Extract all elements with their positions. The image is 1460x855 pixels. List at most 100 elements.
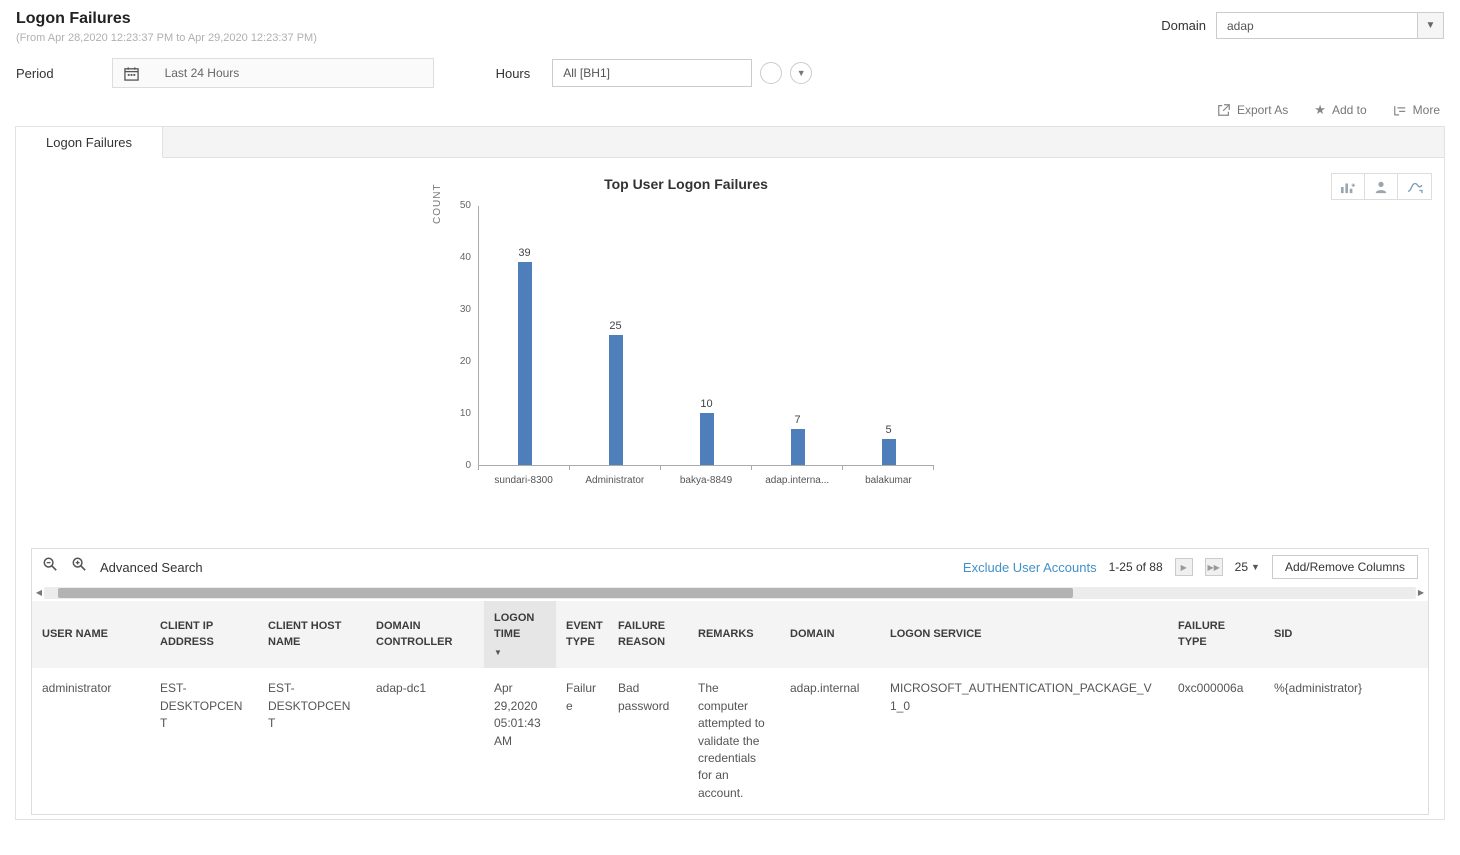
add-remove-columns-button[interactable]: Add/Remove Columns <box>1272 555 1418 579</box>
y-tick-label: 20 <box>460 356 471 367</box>
bar[interactable] <box>882 439 896 465</box>
add-to-button[interactable]: ★ Add to <box>1314 102 1366 118</box>
column-header-domain[interactable]: DOMAIN <box>780 601 880 668</box>
domain-value: adap <box>1217 19 1254 33</box>
chevron-down-icon: ▼ <box>1251 562 1260 572</box>
y-tick-label: 30 <box>460 304 471 315</box>
top-header: Logon Failures (From Apr 28,2020 12:23:3… <box>0 0 1460 44</box>
toolbar-left: Advanced Search <box>42 556 203 578</box>
table-cell: Apr 29,2020 05:01:43 AM <box>484 668 556 814</box>
bar[interactable] <box>700 413 714 465</box>
table-cell: adap-dc1 <box>366 668 484 814</box>
table-cell: MICROSOFT_AUTHENTICATION_PACKAGE_V1_0 <box>880 668 1168 814</box>
column-header-event-type[interactable]: EVENT TYPE <box>556 601 608 668</box>
domain-filter: Domain adap ▼ <box>1161 12 1444 39</box>
table-cell: Bad password <box>608 668 688 814</box>
x-axis-ticks <box>478 466 934 470</box>
x-tick <box>661 466 752 470</box>
bar-balakumar[interactable]: 5 <box>843 206 934 465</box>
search-icon[interactable] <box>42 556 59 578</box>
page-size-value: 25 <box>1235 560 1248 574</box>
column-header-failure-reason[interactable]: FAILURE REASON <box>608 601 688 668</box>
x-tick <box>752 466 843 470</box>
line-chart-icon[interactable] <box>1398 174 1431 199</box>
export-as-label: Export As <box>1237 103 1288 117</box>
column-header-user-name[interactable]: USER NAME <box>32 601 150 668</box>
column-header-label: DOMAIN <box>790 627 870 643</box>
advanced-search-icon[interactable] <box>71 556 88 578</box>
bar[interactable] <box>791 429 805 465</box>
next-page-button[interactable]: ▶ <box>1175 558 1193 576</box>
sort-desc-icon[interactable]: ▼ <box>494 647 546 659</box>
column-header-client-host-name[interactable]: CLIENT HOST NAME <box>258 601 366 668</box>
column-header-logon-service[interactable]: LOGON SERVICE <box>880 601 1168 668</box>
report-date-range: (From Apr 28,2020 12:23:37 PM to Apr 29,… <box>16 32 317 44</box>
scrollbar-track[interactable] <box>44 587 1416 599</box>
bar[interactable] <box>609 335 623 465</box>
bar-chart-settings-icon[interactable] <box>1332 174 1365 199</box>
export-as-button[interactable]: Export As <box>1217 103 1288 117</box>
x-tick <box>570 466 661 470</box>
column-header-failure-type[interactable]: FAILURE TYPE <box>1168 601 1264 668</box>
table-cell: administrator <box>32 668 150 814</box>
table-cell: The computer attempted to validate the c… <box>688 668 780 814</box>
domain-dropdown[interactable]: adap ▼ <box>1216 12 1444 39</box>
toolbar-right: Exclude User Accounts 1-25 of 88 ▶ ▶▶ 25… <box>963 555 1418 579</box>
page-size-dropdown[interactable]: 25 ▼ <box>1235 560 1260 574</box>
table-body: administratorEST-DESKTOPCENTEST-DESKTOPC… <box>32 668 1428 814</box>
y-axis-ticks: 01020304050 <box>450 206 478 466</box>
column-header-domain-controller[interactable]: DOMAIN CONTROLLER <box>366 601 484 668</box>
table-toolbar: Advanced Search Exclude User Accounts 1-… <box>32 549 1428 585</box>
hours-label: Hours <box>496 66 531 81</box>
table-cell: EST-DESKTOPCENT <box>150 668 258 814</box>
x-axis-category-label: adap.interna... <box>752 475 843 486</box>
more-button[interactable]: More <box>1393 103 1440 117</box>
page: Logon Failures (From Apr 28,2020 12:23:3… <box>0 0 1460 855</box>
column-header-sid[interactable]: SID <box>1264 601 1428 668</box>
bar-bakya-8849[interactable]: 10 <box>661 206 752 465</box>
x-axis-category-label: bakya-8849 <box>660 475 751 486</box>
column-header-remarks[interactable]: REMARKS <box>688 601 780 668</box>
column-header-label: USER NAME <box>42 627 140 643</box>
column-header-label: EVENT TYPE <box>566 619 598 651</box>
y-tick-label: 50 <box>460 200 471 211</box>
table-cell: %{administrator} <box>1264 668 1428 814</box>
chart-icon-group <box>1331 173 1432 200</box>
column-header-label: FAILURE TYPE <box>1178 619 1254 651</box>
column-header-label: DOMAIN CONTROLLER <box>376 619 474 651</box>
chevron-down-icon[interactable]: ▼ <box>1417 13 1443 38</box>
user-icon[interactable] <box>1365 174 1398 199</box>
more-label: More <box>1413 103 1440 117</box>
x-tick <box>479 466 570 470</box>
bar-Administrator[interactable]: 25 <box>570 206 661 465</box>
x-axis-category-label: Administrator <box>569 475 660 486</box>
column-header-logon-time[interactable]: LOGON TIME▼ <box>484 601 556 668</box>
table-wrap: Advanced Search Exclude User Accounts 1-… <box>31 548 1429 815</box>
table-cell: Failure <box>556 668 608 814</box>
scroll-right-arrow[interactable]: ▶ <box>1416 585 1426 601</box>
column-header-label: CLIENT IP ADDRESS <box>160 619 248 651</box>
scrollbar-thumb[interactable] <box>58 588 1073 598</box>
bar-value-label: 39 <box>518 247 530 259</box>
logon-failures-table: USER NAME CLIENT IP ADDRESS CLIENT HOST NA… <box>32 601 1428 814</box>
hours-dropdown[interactable]: All [BH1] <box>552 59 752 87</box>
advanced-search-label[interactable]: Advanced Search <box>100 560 203 575</box>
last-page-button[interactable]: ▶▶ <box>1205 558 1223 576</box>
exclude-user-accounts-link[interactable]: Exclude User Accounts <box>963 560 1097 575</box>
bar-sundari-8300[interactable]: 39 <box>479 206 570 465</box>
tab-logon-failures[interactable]: Logon Failures <box>16 127 163 158</box>
x-axis-category-label: balakumar <box>843 475 934 486</box>
table-row[interactable]: administratorEST-DESKTOPCENTEST-DESKTOPC… <box>32 668 1428 814</box>
scroll-left-arrow[interactable]: ◀ <box>34 585 44 601</box>
bar-adap.interna...[interactable]: 7 <box>752 206 843 465</box>
hours-value: All [BH1] <box>553 66 610 80</box>
bar[interactable] <box>518 262 532 465</box>
table-header-row: USER NAME CLIENT IP ADDRESS CLIENT HOST NA… <box>32 601 1428 668</box>
column-header-label: LOGON SERVICE <box>890 627 1158 643</box>
column-header-label: SID <box>1274 627 1418 643</box>
period-field[interactable]: Last 24 Hours <box>112 58 434 88</box>
column-header-client-ip-address[interactable]: CLIENT IP ADDRESS <box>150 601 258 668</box>
period-label: Period <box>16 66 54 81</box>
bar-value-label: 7 <box>794 414 800 426</box>
hours-chevron-button[interactable]: ▼ <box>790 62 812 84</box>
